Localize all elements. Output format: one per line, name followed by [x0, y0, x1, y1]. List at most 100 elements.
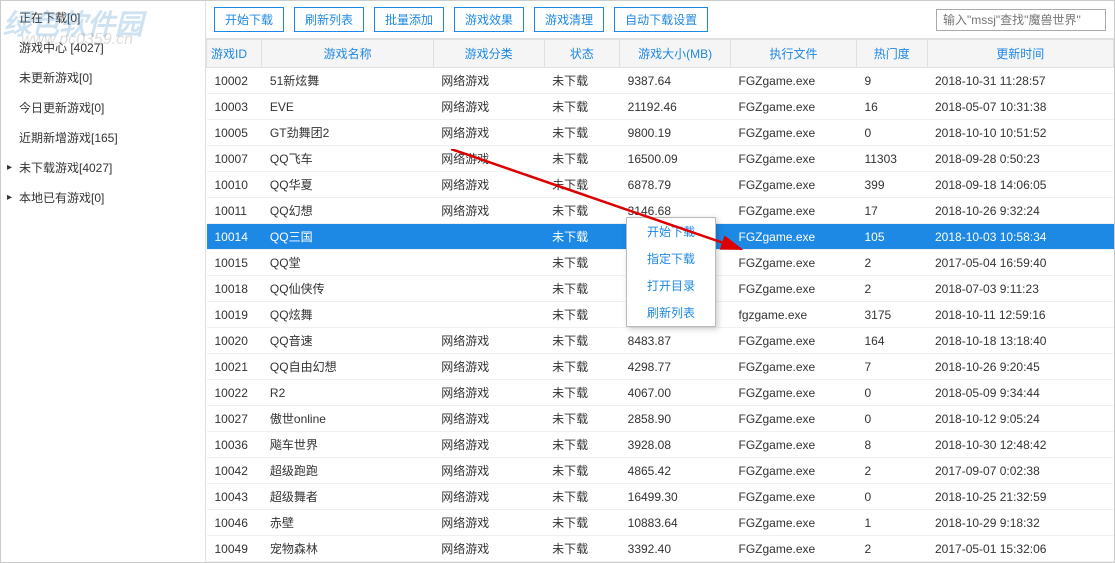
- cell-hot: 16: [856, 94, 927, 120]
- cell-name: 宠物森林: [262, 536, 433, 562]
- cell-size: 3928.08: [620, 432, 731, 458]
- cell-time: 2018-07-03 9:11:23: [927, 276, 1114, 302]
- sidebar-item-6[interactable]: 本地已有游戏[0]: [1, 183, 205, 213]
- search-input[interactable]: [936, 9, 1106, 31]
- cell-cat: 网络游戏: [433, 484, 544, 510]
- cell-time: 2018-05-07 10:31:38: [927, 94, 1114, 120]
- header-hot[interactable]: 热门度: [856, 40, 927, 68]
- cell-name: 超级舞者: [262, 484, 433, 510]
- cell-time: 2018-10-12 9:05:24: [927, 406, 1114, 432]
- table-row[interactable]: 10046赤壁网络游戏未下载10883.64FGZgame.exe12018-1…: [207, 510, 1114, 536]
- cell-time: 2018-10-30 12:48:42: [927, 432, 1114, 458]
- cell-time: 2018-10-25 21:32:59: [927, 484, 1114, 510]
- header-time[interactable]: 更新时间: [927, 40, 1114, 68]
- header-status[interactable]: 状态: [544, 40, 620, 68]
- sidebar-item-1[interactable]: 游戏中心 [4027]: [1, 33, 205, 63]
- cell-size: 4067.00: [620, 380, 731, 406]
- cell-cat: 网络游戏: [433, 328, 544, 354]
- cell-id: 10003: [207, 94, 262, 120]
- table-row[interactable]: 10010QQ华夏网络游戏未下载6878.79FGZgame.exe399201…: [207, 172, 1114, 198]
- cell-cat: 网络游戏: [433, 380, 544, 406]
- game-clean-button[interactable]: 游戏清理: [534, 7, 604, 32]
- table-row[interactable]: 10043超级舞者网络游戏未下载16499.30FGZgame.exe02018…: [207, 484, 1114, 510]
- cell-cat: 网络游戏: [433, 510, 544, 536]
- cell-size: 6878.79: [620, 172, 731, 198]
- cell-cat: 网络游戏: [433, 458, 544, 484]
- cell-status: 未下载: [544, 302, 620, 328]
- cell-hot: 1: [856, 510, 927, 536]
- cell-id: 10002: [207, 68, 262, 94]
- cell-hot: 2: [856, 250, 927, 276]
- cell-time: 2018-10-10 10:51:52: [927, 120, 1114, 146]
- cell-cat: 网络游戏: [433, 146, 544, 172]
- table-row[interactable]: 10052穿越火线网络游戏未下载12867.14FGZgame.exe43395…: [207, 562, 1114, 563]
- cell-name: QQ炫舞: [262, 302, 433, 328]
- cell-exe: FGZgame.exe: [731, 198, 857, 224]
- ctx-open-folder[interactable]: 打开目录: [627, 272, 715, 299]
- cell-id: 10036: [207, 432, 262, 458]
- cell-status: 未下载: [544, 510, 620, 536]
- cell-cat: 网络游戏: [433, 406, 544, 432]
- header-name[interactable]: 游戏名称: [262, 40, 433, 68]
- cell-hot: 9: [856, 68, 927, 94]
- header-id[interactable]: 游戏ID: [207, 40, 262, 68]
- cell-hot: 7: [856, 354, 927, 380]
- table-row[interactable]: 10022R2网络游戏未下载4067.00FGZgame.exe02018-05…: [207, 380, 1114, 406]
- sidebar-item-4[interactable]: 近期新增游戏[165]: [1, 123, 205, 153]
- cell-status: 未下载: [544, 406, 620, 432]
- cell-time: 2017-05-01 15:32:06: [927, 536, 1114, 562]
- cell-size: 4298.77: [620, 354, 731, 380]
- cell-name: R2: [262, 380, 433, 406]
- table-row[interactable]: 1000251新炫舞网络游戏未下载9387.64FGZgame.exe92018…: [207, 68, 1114, 94]
- ctx-assign-download[interactable]: 指定下载: [627, 245, 715, 272]
- toolbar: 开始下载 刷新列表 批量添加 游戏效果 游戏清理 自动下载设置: [206, 1, 1114, 39]
- cell-hot: 0: [856, 406, 927, 432]
- sidebar-item-0[interactable]: 正在下载[0]: [1, 3, 205, 33]
- cell-name: QQ三国: [262, 224, 433, 250]
- table-row[interactable]: 10003EVE网络游戏未下载21192.46FGZgame.exe162018…: [207, 94, 1114, 120]
- table-row[interactable]: 10036飚车世界网络游戏未下载3928.08FGZgame.exe82018-…: [207, 432, 1114, 458]
- cell-exe: FGZgame.exe: [731, 380, 857, 406]
- cell-time: 2018-10-11 12:59:16: [927, 302, 1114, 328]
- table-row[interactable]: 10007QQ飞车网络游戏未下载16500.09FGZgame.exe11303…: [207, 146, 1114, 172]
- cell-size: 12867.14: [620, 562, 731, 563]
- table-row[interactable]: 10021QQ自由幻想网络游戏未下载4298.77FGZgame.exe7201…: [207, 354, 1114, 380]
- cell-cat: 网络游戏: [433, 536, 544, 562]
- cell-exe: FGZgame.exe: [731, 94, 857, 120]
- table-row[interactable]: 10027傲世online网络游戏未下载2858.90FGZgame.exe02…: [207, 406, 1114, 432]
- cell-hot: 0: [856, 380, 927, 406]
- sidebar-item-3[interactable]: 今日更新游戏[0]: [1, 93, 205, 123]
- batch-add-button[interactable]: 批量添加: [374, 7, 444, 32]
- header-category[interactable]: 游戏分类: [433, 40, 544, 68]
- start-download-button[interactable]: 开始下载: [214, 7, 284, 32]
- cell-status: 未下载: [544, 224, 620, 250]
- cell-time: 2018-09-18 14:06:05: [927, 172, 1114, 198]
- cell-exe: FGZgame.exe: [731, 406, 857, 432]
- cell-exe: FGZgame.exe: [731, 432, 857, 458]
- cell-time: 2017-05-04 16:59:40: [927, 250, 1114, 276]
- cell-name: 赤壁: [262, 510, 433, 536]
- refresh-list-button[interactable]: 刷新列表: [294, 7, 364, 32]
- header-exe[interactable]: 执行文件: [731, 40, 857, 68]
- cell-time: 2018-10-31 8:29:33: [927, 562, 1114, 563]
- sidebar-item-5[interactable]: 未下载游戏[4027]: [1, 153, 205, 183]
- cell-name: QQ华夏: [262, 172, 433, 198]
- cell-size: 2858.90: [620, 406, 731, 432]
- cell-hot: 399: [856, 172, 927, 198]
- cell-cat: 网络游戏: [433, 562, 544, 563]
- cell-time: 2018-05-09 9:34:44: [927, 380, 1114, 406]
- table-row[interactable]: 10042超级跑跑网络游戏未下载4865.42FGZgame.exe22017-…: [207, 458, 1114, 484]
- table-row[interactable]: 10020QQ音速网络游戏未下载8483.87FGZgame.exe164201…: [207, 328, 1114, 354]
- header-size[interactable]: 游戏大小(MB): [620, 40, 731, 68]
- cell-name: 飚车世界: [262, 432, 433, 458]
- sidebar: 绿色软件园 www.pc0359.cn 正在下载[0]游戏中心 [4027]未更…: [1, 1, 206, 562]
- game-effect-button[interactable]: 游戏效果: [454, 7, 524, 32]
- ctx-start-download[interactable]: 开始下载: [627, 218, 715, 245]
- cell-name: 穿越火线: [262, 562, 433, 563]
- table-row[interactable]: 10005GT劲舞团2网络游戏未下载9800.19FGZgame.exe0201…: [207, 120, 1114, 146]
- sidebar-item-2[interactable]: 未更新游戏[0]: [1, 63, 205, 93]
- cell-name: 傲世online: [262, 406, 433, 432]
- auto-download-button[interactable]: 自动下载设置: [614, 7, 708, 32]
- table-row[interactable]: 10049宠物森林网络游戏未下载3392.40FGZgame.exe22017-…: [207, 536, 1114, 562]
- ctx-refresh-list[interactable]: 刷新列表: [627, 299, 715, 326]
